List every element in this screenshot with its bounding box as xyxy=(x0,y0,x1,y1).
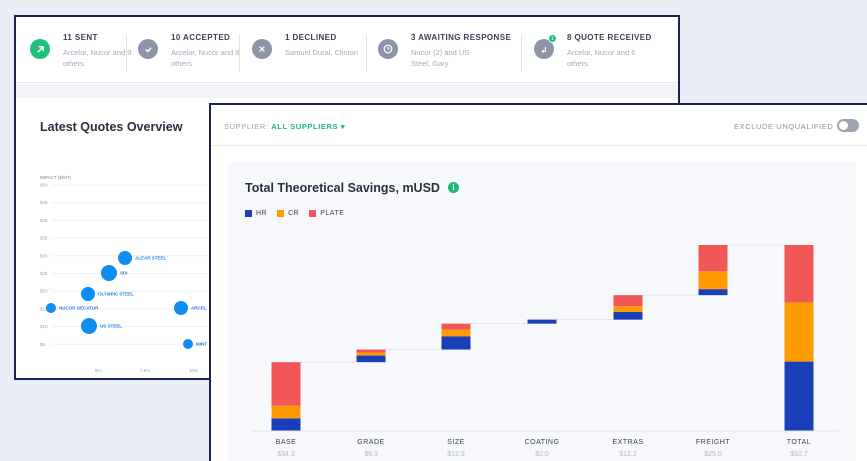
category-value: $12.9 xyxy=(447,451,465,458)
status-title: 8 QUOTE RECEIVED xyxy=(567,33,652,42)
category-label: FREIGHT xyxy=(696,439,730,446)
status-subtitle: Samuel Dural, Clinton xyxy=(285,48,358,57)
status-subtitle: Arcelor, Nucor and 6 others xyxy=(567,48,636,68)
bar-segment-hr xyxy=(356,355,386,363)
notification-badge: 1 xyxy=(548,34,557,43)
bar-segment-cr xyxy=(356,352,386,356)
bar-segment-cr xyxy=(784,302,814,362)
status-declined[interactable]: 1 DECLINED Samuel Dural, Clinton xyxy=(252,33,360,73)
scatter-point-label: ARCEL xyxy=(191,306,207,311)
divider-band xyxy=(16,84,678,98)
savings-waterfall-chart: BASE $34.3 GRADE $6.3 SIZE $12.9 COATING $2.0 EX… xyxy=(251,244,839,458)
bar-segment-plate xyxy=(613,295,643,307)
bar-segment-cr xyxy=(441,329,471,337)
bar-segment-plate xyxy=(698,245,728,272)
scatter-point xyxy=(118,251,132,265)
scatter-ytick: $10 xyxy=(40,324,48,329)
scatter-point xyxy=(101,265,117,281)
scatter-ytick: $35 xyxy=(40,236,48,241)
category-label: BASE xyxy=(276,439,297,446)
category-value: $12.2 xyxy=(619,451,637,458)
scatter-point xyxy=(81,318,97,334)
scatter-point xyxy=(183,339,193,349)
scatter-ylabel: IMPACT ($/MT) xyxy=(40,175,72,180)
status-subtitle: Arcelor, Nucor and 8 others xyxy=(171,48,240,68)
status-title: 1 DECLINED xyxy=(285,33,337,42)
status-title: 3 AWAITING RESPONSE xyxy=(411,33,512,42)
bar-segment-hr xyxy=(613,312,643,320)
check-icon xyxy=(138,39,158,59)
scatter-point xyxy=(81,287,95,301)
status-awaiting[interactable]: 3 AWAITING RESPONSE Nucor (2) and US Ste… xyxy=(378,33,511,73)
scatter-point-label: SDI xyxy=(120,271,128,276)
close-icon xyxy=(252,39,272,59)
category-value: $2.0 xyxy=(535,451,549,458)
scatter-point-label: NUCOR DECATUR xyxy=(59,306,99,311)
arrow-up-right-icon xyxy=(30,39,50,59)
bar-segment-plate xyxy=(441,323,471,330)
bar-segment-hr xyxy=(527,319,557,324)
overview-title: Latest Quotes Overview xyxy=(40,120,183,134)
bar-segment-hr xyxy=(784,361,814,431)
bar-segment-cr xyxy=(613,306,643,313)
category-label: SIZE xyxy=(447,439,465,446)
scatter-point xyxy=(174,301,188,315)
scatter-point-label: US STEEL xyxy=(100,324,122,329)
category-value: $92.7 xyxy=(790,451,808,458)
scatter-xtick: 5% xyxy=(95,368,102,373)
status-sent[interactable]: 11 SENT Arcelor, Nucor and 9 others xyxy=(30,33,138,73)
bar-segment-hr xyxy=(271,418,301,431)
status-subtitle: Nucor (2) and US Steel, Gary xyxy=(411,48,470,68)
bar-segment-hr xyxy=(698,289,728,296)
bar-segment-cr xyxy=(271,405,301,419)
reply-icon: 1 xyxy=(534,34,557,59)
scatter-xtick: 10% xyxy=(189,368,198,373)
scatter-ytick: $50 xyxy=(40,183,48,188)
scatter-point xyxy=(46,303,56,313)
category-label: TOTAL xyxy=(787,439,811,446)
category-value: $34.3 xyxy=(277,451,295,458)
scatter-ytick: $40 xyxy=(40,218,48,223)
category-label: EXTRAS xyxy=(612,439,643,446)
scatter-ytick: $45 xyxy=(40,200,48,205)
bar-segment-plate xyxy=(784,245,814,303)
status-quote-received[interactable]: 1 8 QUOTE RECEIVED Arcelor, Nucor and 6 … xyxy=(534,33,652,73)
scatter-ytick: $25 xyxy=(40,271,48,276)
rfq-status-bar: 11 SENT Arcelor, Nucor and 9 others 10 A… xyxy=(16,17,678,83)
category-value: $6.3 xyxy=(364,451,378,458)
category-label: COATING xyxy=(525,439,560,446)
scatter-ytick: $5 xyxy=(40,342,46,347)
bar-segment-plate xyxy=(271,362,301,406)
status-title: 10 ACCEPTED xyxy=(171,33,231,42)
bar-segment-cr xyxy=(698,271,728,290)
scatter-point-label: OLYMPIC STEEL xyxy=(98,292,134,297)
scatter-ytick: $30 xyxy=(40,253,48,258)
bar-segment-plate xyxy=(356,349,386,353)
savings-window: SUPPLIER: ALL SUPPLIERS ▾ EXCLUDE UNQUAL… xyxy=(209,103,867,461)
category-label: GRADE xyxy=(357,439,384,446)
bar-segment-hr xyxy=(441,336,471,350)
scatter-xtick: 7.5% xyxy=(140,368,150,373)
scatter-point-label: ALEAR STEEL xyxy=(135,256,167,261)
category-value: $25.0 xyxy=(704,451,722,458)
status-accepted[interactable]: 10 ACCEPTED Arcelor, Nucor and 8 others xyxy=(138,33,246,73)
scatter-point-label: MINT xyxy=(196,342,207,347)
scatter-ytick: $20 xyxy=(40,289,48,294)
clock-icon xyxy=(378,39,398,59)
